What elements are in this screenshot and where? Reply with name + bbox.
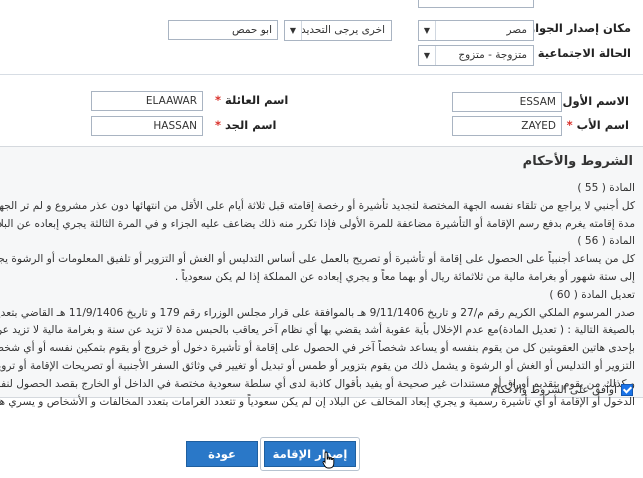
issue-other-select[interactable]: اخرى يرجى التحديد ▼: [284, 20, 392, 41]
issue-country-value: مصر: [506, 24, 527, 36]
terms-line: المادة ( 56 ): [577, 235, 635, 248]
family-name-value: ELAAWAR: [145, 95, 197, 107]
terms-line: صدر المرسوم الملكي الكريم رقم م/27 و تار…: [0, 306, 635, 319]
father-name-value: ZAYED: [521, 120, 556, 132]
required-marker: *: [215, 93, 222, 107]
partial-top-field[interactable]: [418, 0, 534, 8]
terms-line: كل أجنبي لا يراجع من تلقاء نفسه الجهة ال…: [0, 199, 635, 212]
family-name-text: اسم العائلة: [225, 93, 289, 107]
social-status-select[interactable]: متزوجة - متزوج ▼: [418, 45, 534, 66]
issue-place-label: * مكان إصدار الجواز: [518, 21, 631, 35]
father-name-label: * اسم الأب: [567, 118, 629, 132]
grandfather-name-input[interactable]: HASSAN: [91, 116, 203, 136]
agree-terms-checkbox[interactable]: أوافق على الشروط والأحكام: [491, 384, 633, 396]
chevron-down-icon: ▼: [419, 46, 436, 65]
terms-text[interactable]: المادة ( 55 ) كل أجنبي لا يراجع من تلقاء…: [0, 180, 643, 408]
required-marker: *: [215, 118, 222, 132]
agree-terms-label: أوافق على الشروط والأحكام: [490, 384, 617, 396]
first-name-label: * الاسم الأول: [553, 94, 630, 108]
terms-line: المادة ( 55 ): [577, 182, 635, 194]
issue-country-select[interactable]: مصر ▼: [418, 20, 534, 41]
chevron-down-icon: ▼: [419, 21, 436, 40]
terms-title: الشروط والأحكام: [522, 154, 633, 169]
family-name-label: * اسم العائلة: [215, 93, 288, 107]
hand-cursor-icon: [322, 451, 335, 469]
terms-line: بإحدى هاتين العقوبتين كل من يقوم بنفسه أ…: [0, 342, 635, 355]
grandfather-name-label: * اسم الجد: [215, 118, 277, 132]
issue-other-input[interactable]: ابو حمص: [168, 20, 278, 40]
terms-line: كل من يساعد أجنبياً على الحصول على إقامة…: [0, 253, 635, 266]
family-name-input[interactable]: ELAAWAR: [91, 91, 203, 111]
terms-line: بالصيغة التالية : ( تعديل المادة)مع عدم …: [0, 324, 635, 337]
issue-other-input-value: ابو حمص: [231, 24, 272, 36]
first-name-value: ESSAM: [519, 96, 556, 108]
grandfather-name-text: اسم الجد: [225, 118, 277, 132]
chevron-down-icon: ▼: [285, 21, 302, 40]
terms-line: التزوير أو التدليس أو الغش أو الرشوة و ي…: [0, 359, 635, 372]
section-divider: [0, 74, 643, 75]
terms-line: مدة إقامته يغرم بدفع رسم الإقامة أو التأ…: [0, 217, 635, 230]
first-name-text: الاسم الأول: [562, 94, 629, 108]
checkbox-checked-icon[interactable]: [621, 384, 633, 396]
issue-place-text: مكان إصدار الجواز: [528, 21, 631, 35]
back-button[interactable]: عودة: [186, 441, 258, 467]
social-status-value: متزوجة - متزوج: [458, 49, 527, 61]
first-name-input[interactable]: ESSAM: [452, 92, 562, 112]
grandfather-name-value: HASSAN: [153, 120, 197, 132]
terms-line: الدخول أو الإقامة أو أي تأشيرة رسمية و ي…: [0, 395, 635, 408]
issue-residence-button[interactable]: إصدار الإقامة: [264, 441, 356, 467]
terms-line: إلى ستة شهور أو بغرامة مالية من ثلاثمائة…: [174, 270, 635, 283]
required-marker: *: [566, 118, 573, 132]
issue-other-select-value: اخرى يرجى التحديد: [300, 24, 385, 36]
terms-line: تعديل المادة ( 60 ): [549, 288, 635, 301]
social-status-text: الحالة الاجتماعية: [537, 46, 631, 60]
social-status-label: * الحالة الاجتماعية: [528, 46, 631, 60]
father-name-text: اسم الأب: [576, 118, 629, 132]
father-name-input[interactable]: ZAYED: [452, 116, 562, 136]
